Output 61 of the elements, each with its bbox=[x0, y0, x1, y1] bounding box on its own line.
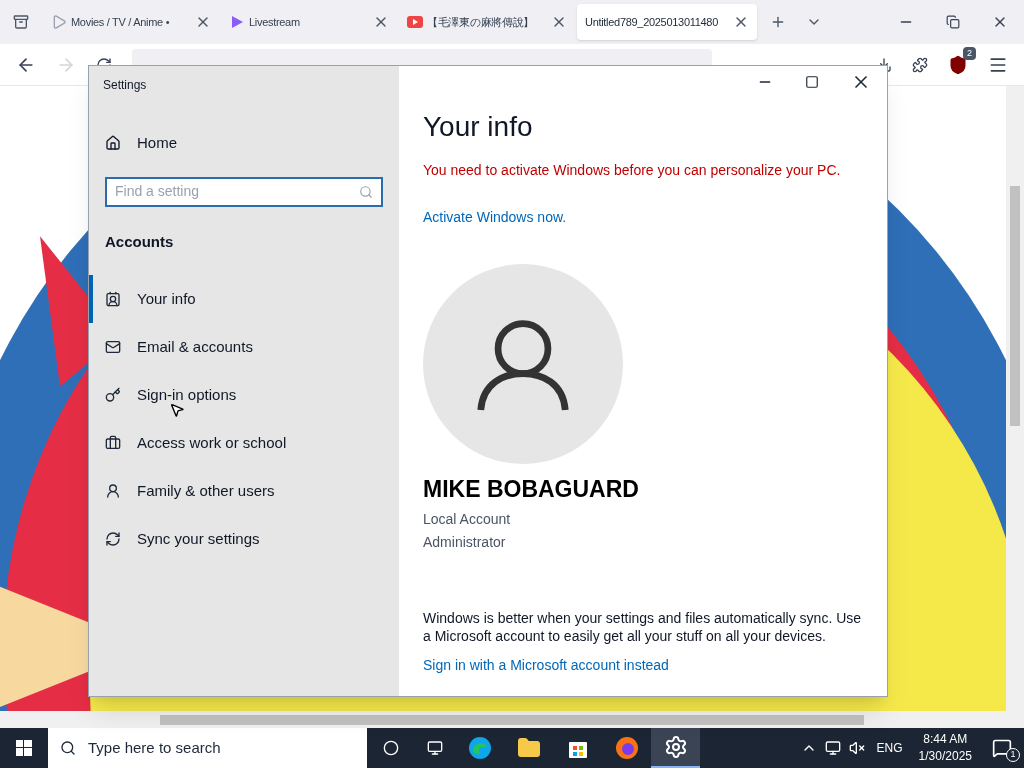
maximize-icon[interactable] bbox=[805, 75, 819, 89]
home-link[interactable]: Home bbox=[89, 132, 399, 155]
edge-icon bbox=[467, 736, 492, 760]
person-icon bbox=[105, 483, 121, 499]
contact-icon bbox=[105, 291, 121, 307]
shield-icon[interactable] bbox=[948, 54, 968, 75]
mail-icon bbox=[105, 339, 121, 355]
tabs-icon[interactable] bbox=[13, 14, 29, 30]
network-icon[interactable] bbox=[824, 740, 841, 756]
search-icon bbox=[359, 184, 373, 199]
play-icon bbox=[51, 14, 67, 30]
windows-logo-icon[interactable] bbox=[16, 740, 32, 756]
badge: 2 bbox=[963, 46, 976, 60]
tab-title: Movies / TV / Anime • bbox=[71, 14, 171, 30]
settings-icon bbox=[663, 735, 688, 759]
window-title: Settings bbox=[102, 77, 148, 94]
tab-title: Livestream bbox=[249, 14, 301, 30]
firefox-icon bbox=[614, 736, 639, 760]
warning-text: You need to activate Windows before you can personalize your PC. bbox=[423, 161, 842, 180]
muted-volume-icon[interactable] bbox=[848, 740, 865, 756]
new-tab-icon[interactable] bbox=[770, 14, 786, 30]
browser-tab[interactable]: 【毛澤東の麻將傳說】 bbox=[399, 4, 575, 40]
search-icon bbox=[60, 740, 76, 756]
language-indicator[interactable]: ENG bbox=[876, 739, 903, 757]
user-name: MIKE BOBAGUARD bbox=[423, 475, 640, 504]
nav-item[interactable]: Email & accounts bbox=[89, 323, 399, 371]
briefcase-icon bbox=[105, 435, 121, 451]
scrollbar[interactable] bbox=[1006, 86, 1024, 711]
nav-item[interactable]: Family & other users bbox=[89, 467, 399, 515]
page-title: Your info bbox=[423, 110, 534, 144]
restore-icon[interactable] bbox=[946, 15, 960, 29]
clock[interactable]: 8:44 AM 1/30/2025 bbox=[918, 731, 972, 765]
home-icon bbox=[105, 135, 121, 152]
activate-link[interactable]: Activate Windows now. bbox=[423, 207, 863, 228]
account-type: Local Account bbox=[423, 509, 512, 529]
search-field[interactable]: Type here to search bbox=[48, 728, 367, 768]
browser-tab[interactable]: Movies / TV / Anime • bbox=[43, 4, 219, 40]
browser-tab[interactable]: Livestream bbox=[221, 4, 397, 40]
sync-icon bbox=[105, 531, 121, 547]
tab-title: 【毛澤東の麻將傳說】 bbox=[427, 14, 535, 30]
microsoft-account-link[interactable]: Sign in with a Microsoft account instead bbox=[423, 654, 863, 676]
puzzle-icon[interactable] bbox=[912, 56, 928, 73]
cortana-icon[interactable] bbox=[383, 740, 399, 756]
section-heading: Accounts bbox=[104, 231, 175, 252]
notification-count: 1 bbox=[1006, 748, 1020, 762]
video-icon bbox=[407, 16, 423, 28]
folder-icon bbox=[516, 736, 541, 760]
play-icon bbox=[229, 14, 245, 30]
tab-title: Untitled789_2025013011480 bbox=[585, 14, 719, 30]
nav-item[interactable]: Access work or school bbox=[89, 419, 399, 467]
notifications-icon[interactable] bbox=[992, 738, 1012, 758]
nav-item[interactable]: Sync your settings bbox=[89, 515, 399, 563]
nav-item[interactable]: Sign-in options bbox=[89, 371, 399, 419]
sync-note: Windows is better when your settings and files automatically sync. Use a Microsoft account to easily get all your stuff on all your devices. bbox=[423, 608, 863, 645]
scrollbar[interactable] bbox=[0, 711, 1024, 728]
taskbar-app[interactable] bbox=[651, 728, 700, 768]
account-role: Administrator bbox=[423, 532, 507, 552]
browser-tab[interactable]: Untitled789_2025013011480 bbox=[577, 4, 757, 40]
task-view-icon[interactable] bbox=[427, 740, 443, 756]
mouse-pointer-icon bbox=[169, 402, 185, 418]
key-icon bbox=[105, 387, 121, 403]
